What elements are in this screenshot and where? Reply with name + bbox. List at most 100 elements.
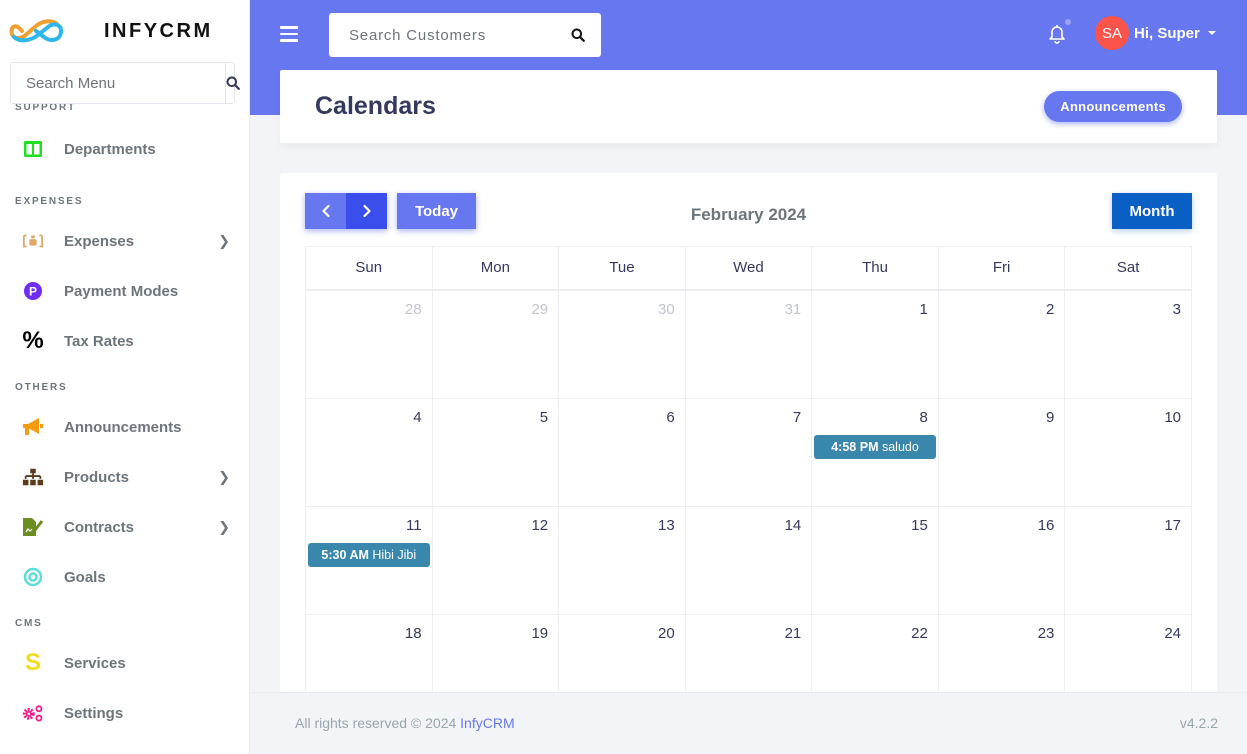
sidebar-menu: SUPPORT Departments EXPENSES Expenses ❯ … — [0, 98, 249, 738]
sidebar-search-button[interactable] — [225, 63, 240, 103]
calendar-day-cell[interactable]: 29 — [431, 289, 560, 399]
percent-icon: % — [22, 327, 44, 354]
section-others: OTHERS — [15, 382, 68, 393]
calendar-week-row: 18 19 20 21 22 23 24 — [305, 614, 1192, 693]
today-button[interactable]: Today — [397, 193, 476, 229]
day-number[interactable]: 20 — [559, 615, 685, 651]
day-number[interactable]: 7 — [686, 399, 812, 435]
day-number[interactable]: 22 — [812, 615, 938, 651]
menu-toggle-icon[interactable] — [280, 26, 298, 42]
day-number[interactable]: 28 — [306, 291, 432, 327]
calendar-day-cell[interactable]: 6 — [558, 398, 686, 507]
event-time: 5:30 AM — [321, 548, 369, 562]
calendar-day-cell[interactable]: 19 — [431, 614, 560, 693]
sidebar-item-announcements[interactable]: Announcements — [0, 402, 249, 452]
calendar-day-cell[interactable]: 20 — [558, 614, 686, 693]
day-number[interactable]: 24 — [1065, 615, 1191, 651]
day-number[interactable]: 23 — [939, 615, 1065, 651]
customer-search-input[interactable] — [329, 26, 555, 44]
calendar-day-cell[interactable]: 31 — [684, 289, 813, 399]
day-number[interactable]: 6 — [559, 399, 685, 435]
sidebar-item-tax-rates[interactable]: % Tax Rates — [0, 316, 249, 366]
calendar-day-cell[interactable]: 3 — [1064, 289, 1192, 399]
search-icon — [571, 28, 585, 42]
calendar-event[interactable]: 4:58 PM saludo — [814, 435, 936, 459]
day-number[interactable]: 31 — [686, 291, 812, 327]
calendar-day-cell[interactable]: 5 — [431, 398, 560, 507]
calendar-day-cell[interactable]: 10 — [1064, 398, 1192, 507]
sidebar-item-expenses[interactable]: Expenses ❯ — [0, 216, 249, 266]
sidebar-item-contracts[interactable]: Contracts ❯ — [0, 502, 249, 552]
day-number[interactable]: 12 — [433, 507, 559, 543]
user-menu[interactable]: SA Hi, Super — [1095, 16, 1216, 50]
day-number[interactable]: 18 — [306, 615, 432, 651]
sidebar-search-input[interactable] — [11, 63, 225, 103]
calendar-day-cell[interactable]: 13 — [558, 506, 686, 615]
avatar: SA — [1095, 16, 1129, 50]
sidebar-item-services[interactable]: S Services — [0, 638, 249, 688]
day-number[interactable]: 3 — [1065, 291, 1191, 327]
calendar-day-cell[interactable]: 16 — [937, 506, 1066, 615]
footer-brand-link[interactable]: InfyCRM — [460, 715, 514, 731]
day-number[interactable]: 16 — [939, 507, 1065, 543]
calendar-day-cell[interactable]: 12 — [431, 506, 560, 615]
day-number[interactable]: 11 — [306, 507, 432, 543]
calendar-day-cell[interactable]: 7 — [684, 398, 813, 507]
calendar-day-cell[interactable]: 11 5:30 AM Hibi Jibi — [305, 506, 433, 615]
day-number[interactable]: 2 — [939, 291, 1065, 327]
day-number[interactable]: 13 — [559, 507, 685, 543]
calendar-day-cell[interactable]: 15 — [811, 506, 939, 615]
expenses-icon — [22, 230, 44, 252]
payment-p-icon: P — [22, 280, 44, 302]
bell-icon[interactable] — [1046, 22, 1068, 44]
calendar-day-cell[interactable]: 9 — [937, 398, 1066, 507]
month-view-button[interactable]: Month — [1112, 193, 1192, 229]
calendar-day-cell[interactable]: 17 — [1064, 506, 1192, 615]
day-number[interactable]: 17 — [1065, 507, 1191, 543]
day-number[interactable]: 21 — [686, 615, 812, 651]
event-time: 4:58 PM — [831, 440, 879, 454]
day-number[interactable]: 15 — [812, 507, 938, 543]
day-number[interactable]: 30 — [559, 291, 685, 327]
bullhorn-icon — [22, 416, 44, 438]
event-title: Hibi Jibi — [372, 548, 417, 562]
day-number[interactable]: 9 — [939, 399, 1065, 435]
day-number[interactable]: 10 — [1065, 399, 1191, 435]
calendar-day-cell[interactable]: 1 — [811, 289, 939, 399]
search-icon — [226, 76, 240, 90]
sidebar-item-products[interactable]: Products ❯ — [0, 452, 249, 502]
next-month-button[interactable] — [346, 193, 387, 229]
prev-month-button[interactable] — [305, 193, 346, 229]
sidebar-item-label: Tax Rates — [64, 332, 134, 350]
day-number[interactable]: 14 — [686, 507, 812, 543]
customer-search-button[interactable] — [555, 28, 601, 42]
calendar-day-cell[interactable]: 8 4:58 PM saludo — [811, 398, 939, 507]
calendar-day-cell[interactable]: 24 — [1064, 614, 1192, 693]
sidebar-item-settings[interactable]: Settings — [0, 688, 249, 738]
calendar-day-cell[interactable]: 23 — [937, 614, 1066, 693]
calendar-day-cell[interactable]: 22 — [811, 614, 939, 693]
calendar-event[interactable]: 5:30 AM Hibi Jibi — [308, 543, 430, 567]
day-number[interactable]: 19 — [433, 615, 559, 651]
chevron-right-icon — [362, 204, 371, 218]
page-header: Calendars Announcements — [280, 70, 1217, 143]
sidebar-item-departments[interactable]: Departments — [0, 124, 249, 174]
day-number[interactable]: 29 — [433, 291, 559, 327]
calendar-day-cell[interactable]: 18 — [305, 614, 433, 693]
day-number[interactable]: 5 — [433, 399, 559, 435]
calendar-day-cell[interactable]: 30 — [558, 289, 686, 399]
calendar-day-cell[interactable]: 14 — [684, 506, 813, 615]
calendar-day-cell[interactable]: 28 — [305, 289, 433, 399]
brand[interactable]: INFYCRM — [0, 0, 249, 62]
sidebar-item-goals[interactable]: Goals — [0, 552, 249, 602]
announcements-button[interactable]: Announcements — [1044, 91, 1182, 122]
calendar-day-cell[interactable]: 2 — [937, 289, 1066, 399]
calendar-day-cell[interactable]: 21 — [684, 614, 813, 693]
customer-search — [329, 13, 601, 57]
day-number[interactable]: 1 — [812, 291, 938, 327]
day-number[interactable]: 8 — [812, 399, 938, 435]
calendar-week-row: 28 29 30 31 1 2 3 — [305, 289, 1192, 399]
calendar-day-cell[interactable]: 4 — [305, 398, 433, 507]
sidebar-item-payment-modes[interactable]: P Payment Modes — [0, 266, 249, 316]
day-number[interactable]: 4 — [306, 399, 432, 435]
